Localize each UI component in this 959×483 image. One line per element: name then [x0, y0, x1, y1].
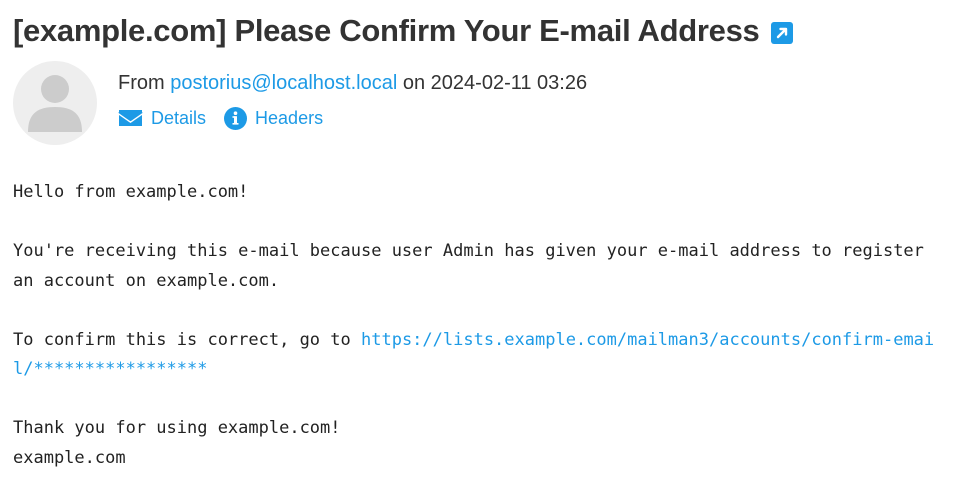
email-subject: [example.com] Please Confirm Your E-mail…: [13, 13, 760, 48]
from-label: From: [118, 72, 171, 94]
body-confirm: To confirm this is correct, go to https:…: [13, 326, 953, 385]
email-date: 2024-02-11 03:26: [430, 72, 588, 94]
user-avatar-icon: [28, 75, 82, 132]
envelope-icon: [118, 110, 143, 126]
sender-avatar: [13, 61, 97, 145]
from-line: From postorius@localhost.local on 2024-0…: [118, 69, 587, 97]
date-prefix: on: [397, 72, 431, 94]
headers-link[interactable]: Headers: [224, 105, 323, 131]
info-icon: [224, 106, 248, 130]
external-link-icon[interactable]: [770, 22, 793, 44]
body-paragraph: You're receiving this e-mail because use…: [13, 241, 935, 291]
email-header: [example.com] Please Confirm Your E-mail…: [13, 10, 793, 52]
details-link[interactable]: Details: [118, 105, 206, 131]
email-meta: From postorius@localhost.local on 2024-0…: [118, 69, 587, 131]
signature-text: example.com: [13, 447, 126, 468]
body-greeting: Hello from example.com!: [13, 182, 249, 202]
email-actions: Details Headers: [118, 105, 587, 131]
email-body: Hello from example.com! You're receiving…: [13, 178, 953, 473]
details-label: Details: [151, 108, 207, 128]
confirm-text: To confirm this is correct, go to: [13, 329, 361, 350]
body-closing: Thank you for using example.com! example…: [13, 414, 953, 473]
headers-label: Headers: [255, 108, 324, 128]
thanks-text: Thank you for using example.com!: [13, 418, 341, 438]
sender-link[interactable]: postorius@localhost.local: [170, 72, 397, 94]
